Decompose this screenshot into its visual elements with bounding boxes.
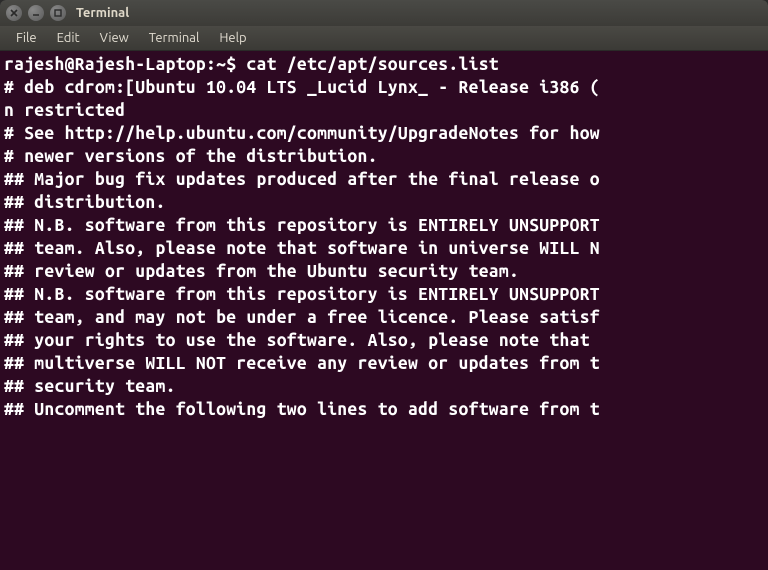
terminal-line: ## security team. xyxy=(4,375,764,398)
terminal-line: # deb cdrom:[Ubuntu 10.04 LTS _Lucid Lyn… xyxy=(4,76,764,99)
close-button[interactable] xyxy=(6,5,22,21)
window-controls xyxy=(6,5,66,21)
minimize-button[interactable] xyxy=(28,5,44,21)
terminal-window: Terminal File Edit View Terminal Help ra… xyxy=(0,0,768,570)
window-title: Terminal xyxy=(76,6,129,20)
terminal-line: # See http://help.ubuntu.com/community/U… xyxy=(4,122,764,145)
menubar: File Edit View Terminal Help xyxy=(0,26,768,51)
menu-file[interactable]: File xyxy=(6,28,47,48)
menu-help[interactable]: Help xyxy=(209,28,256,48)
terminal-line: ## N.B. software from this repository is… xyxy=(4,214,764,237)
terminal-line: ## multiverse WILL NOT receive any revie… xyxy=(4,352,764,375)
terminal-line: # newer versions of the distribution. xyxy=(4,145,764,168)
menu-terminal[interactable]: Terminal xyxy=(139,28,210,48)
terminal-line: ## team, and may not be under a free lic… xyxy=(4,306,764,329)
terminal-line: ## Major bug fix updates produced after … xyxy=(4,168,764,191)
menu-view[interactable]: View xyxy=(90,28,139,48)
terminal-line: ## your rights to use the software. Also… xyxy=(4,329,764,352)
titlebar: Terminal xyxy=(0,0,768,26)
terminal-line: rajesh@Rajesh-Laptop:~$ cat /etc/apt/sou… xyxy=(4,53,764,76)
terminal-body[interactable]: rajesh@Rajesh-Laptop:~$ cat /etc/apt/sou… xyxy=(0,51,768,570)
maximize-button[interactable] xyxy=(50,5,66,21)
terminal-line: ## N.B. software from this repository is… xyxy=(4,283,764,306)
terminal-line: ## Uncomment the following two lines to … xyxy=(4,398,764,421)
terminal-line: n restricted xyxy=(4,99,764,122)
terminal-line: ## team. Also, please note that software… xyxy=(4,237,764,260)
terminal-line: ## distribution. xyxy=(4,191,764,214)
terminal-line: ## review or updates from the Ubuntu sec… xyxy=(4,260,764,283)
menu-edit[interactable]: Edit xyxy=(47,28,90,48)
